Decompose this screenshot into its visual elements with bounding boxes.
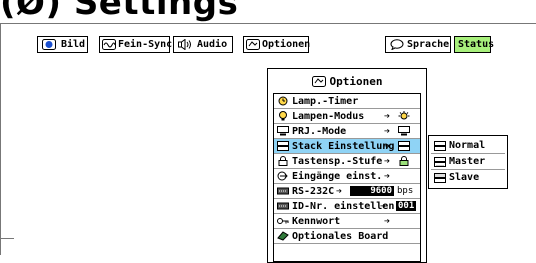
menu-item-label: Lampen-Modus bbox=[292, 110, 365, 122]
menu-item-eingaenge-einst[interactable]: Eingänge einst. ➔ bbox=[274, 169, 420, 184]
submenu-item-label: Slave bbox=[449, 172, 480, 183]
submenu-item-label: Normal bbox=[449, 140, 486, 151]
tab-optionen[interactable]: Optionen bbox=[243, 36, 311, 53]
menu-item-label: Stack Einstellung bbox=[292, 140, 395, 152]
arrow-right-icon: ➔ bbox=[384, 110, 391, 122]
tab-status-label: Status bbox=[458, 39, 495, 50]
slave-stack-icon bbox=[434, 172, 446, 183]
arrow-right-icon: ➔ bbox=[336, 185, 343, 197]
lamp-mode-icon bbox=[398, 111, 410, 120]
tab-audio[interactable]: Audio bbox=[173, 36, 233, 53]
board-icon bbox=[277, 231, 289, 241]
arrow-right-icon: ➔ bbox=[384, 125, 391, 137]
menu-item-stack-einstellung[interactable]: Stack Einstellung ➔ bbox=[274, 139, 420, 154]
id-value: 001 bbox=[396, 201, 417, 211]
menu-item-label: Eingänge einst. bbox=[292, 170, 383, 182]
tab-fein-sync[interactable]: Fein-Sync. bbox=[99, 36, 178, 53]
lamp-icon bbox=[279, 111, 287, 121]
tab-fein-sync-label: Fein-Sync. bbox=[118, 39, 179, 50]
menu-item-rs232c[interactable]: RS-232C ➔ 9600 bps bbox=[274, 184, 420, 199]
frame-border-bottom bbox=[0, 238, 14, 239]
submenu-item-slave[interactable]: Slave bbox=[431, 170, 505, 185]
submenu-item-master[interactable]: Master bbox=[431, 154, 505, 170]
menu-item-label: Tastensp.-Stufe bbox=[292, 155, 383, 167]
id-icon bbox=[277, 202, 289, 210]
stack-submenu: Normal Master Slave bbox=[428, 135, 508, 189]
page-heading: (Ø) Settings bbox=[0, 0, 239, 23]
fein-sync-icon bbox=[102, 39, 116, 50]
frame-border-left bbox=[0, 23, 1, 255]
menu-item-label: RS-232C bbox=[292, 185, 335, 197]
stack-small-icon bbox=[398, 141, 410, 151]
tab-status[interactable]: Status bbox=[454, 36, 495, 53]
menu-item-tastensp-stufe[interactable]: Tastensp.-Stufe ➔ bbox=[274, 154, 420, 169]
speech-bubble-icon bbox=[390, 39, 404, 50]
optionen-icon bbox=[246, 39, 260, 50]
options-list: Lamp.-Timer Lampen-Modus ➔ PRJ.-Mode ➔ S… bbox=[273, 93, 421, 262]
master-stack-icon bbox=[434, 156, 446, 167]
lamp-timer-icon bbox=[278, 96, 288, 106]
normal-stack-icon bbox=[434, 140, 446, 151]
prj-mode-small-icon bbox=[398, 126, 410, 136]
speaker-icon bbox=[178, 39, 191, 50]
tab-sprache[interactable]: Sprache bbox=[385, 36, 451, 53]
tab-bild[interactable]: Bild bbox=[37, 36, 88, 53]
key-icon bbox=[277, 218, 289, 224]
menu-item-prj-mode[interactable]: PRJ.-Mode ➔ bbox=[274, 124, 420, 139]
optionen-icon bbox=[311, 76, 326, 87]
tab-optionen-label: Optionen bbox=[262, 39, 311, 50]
arrow-right-icon: ➔ bbox=[384, 215, 391, 227]
prj-mode-icon bbox=[277, 126, 289, 136]
menu-item-optionales-board[interactable]: Optionales Board bbox=[274, 229, 420, 244]
menu-item-label: Optionales Board bbox=[292, 230, 389, 242]
options-menu-title-label: Optionen bbox=[329, 75, 383, 88]
lock-icon bbox=[278, 156, 288, 166]
menu-item-lamp-timer[interactable]: Lamp.-Timer bbox=[274, 94, 420, 109]
tab-audio-label: Audio bbox=[197, 39, 228, 50]
arrow-right-icon: ➔ bbox=[384, 170, 391, 182]
arrow-right-icon: ➔ bbox=[384, 155, 391, 167]
stack-icon bbox=[277, 141, 289, 151]
submenu-item-label: Master bbox=[449, 156, 486, 167]
arrow-right-icon: ➔ bbox=[384, 140, 391, 152]
menu-item-lampen-modus[interactable]: Lampen-Modus ➔ bbox=[274, 109, 420, 124]
menu-item-kennwort[interactable]: Kennwort ➔ bbox=[274, 214, 420, 229]
menu-item-label: Kennwort bbox=[292, 215, 341, 227]
rs232-icon bbox=[277, 187, 289, 195]
options-menu-title: Optionen bbox=[268, 75, 426, 88]
tab-bild-label: Bild bbox=[61, 39, 86, 50]
options-menu: Optionen Lamp.-Timer Lampen-Modus ➔ PRJ.… bbox=[267, 68, 427, 263]
bild-icon bbox=[42, 39, 56, 50]
rs232c-value: 9600 bbox=[350, 186, 394, 196]
tab-sprache-label: Sprache bbox=[407, 39, 450, 50]
menu-item-label: ID-Nr. einstellen bbox=[292, 200, 395, 212]
arrow-right-icon: ➔ bbox=[380, 200, 387, 212]
menu-item-label: PRJ.-Mode bbox=[292, 125, 347, 137]
menu-item-id-nr-einstellen[interactable]: ID-Nr. einstellen ➔ 001 bbox=[274, 199, 420, 214]
frame-border-top bbox=[0, 23, 536, 24]
rs232c-unit: bps bbox=[397, 186, 414, 196]
input-icon bbox=[277, 171, 288, 181]
lock-small-icon bbox=[399, 156, 409, 166]
submenu-item-normal[interactable]: Normal bbox=[431, 138, 505, 154]
menu-item-label: Lamp.-Timer bbox=[292, 95, 359, 107]
